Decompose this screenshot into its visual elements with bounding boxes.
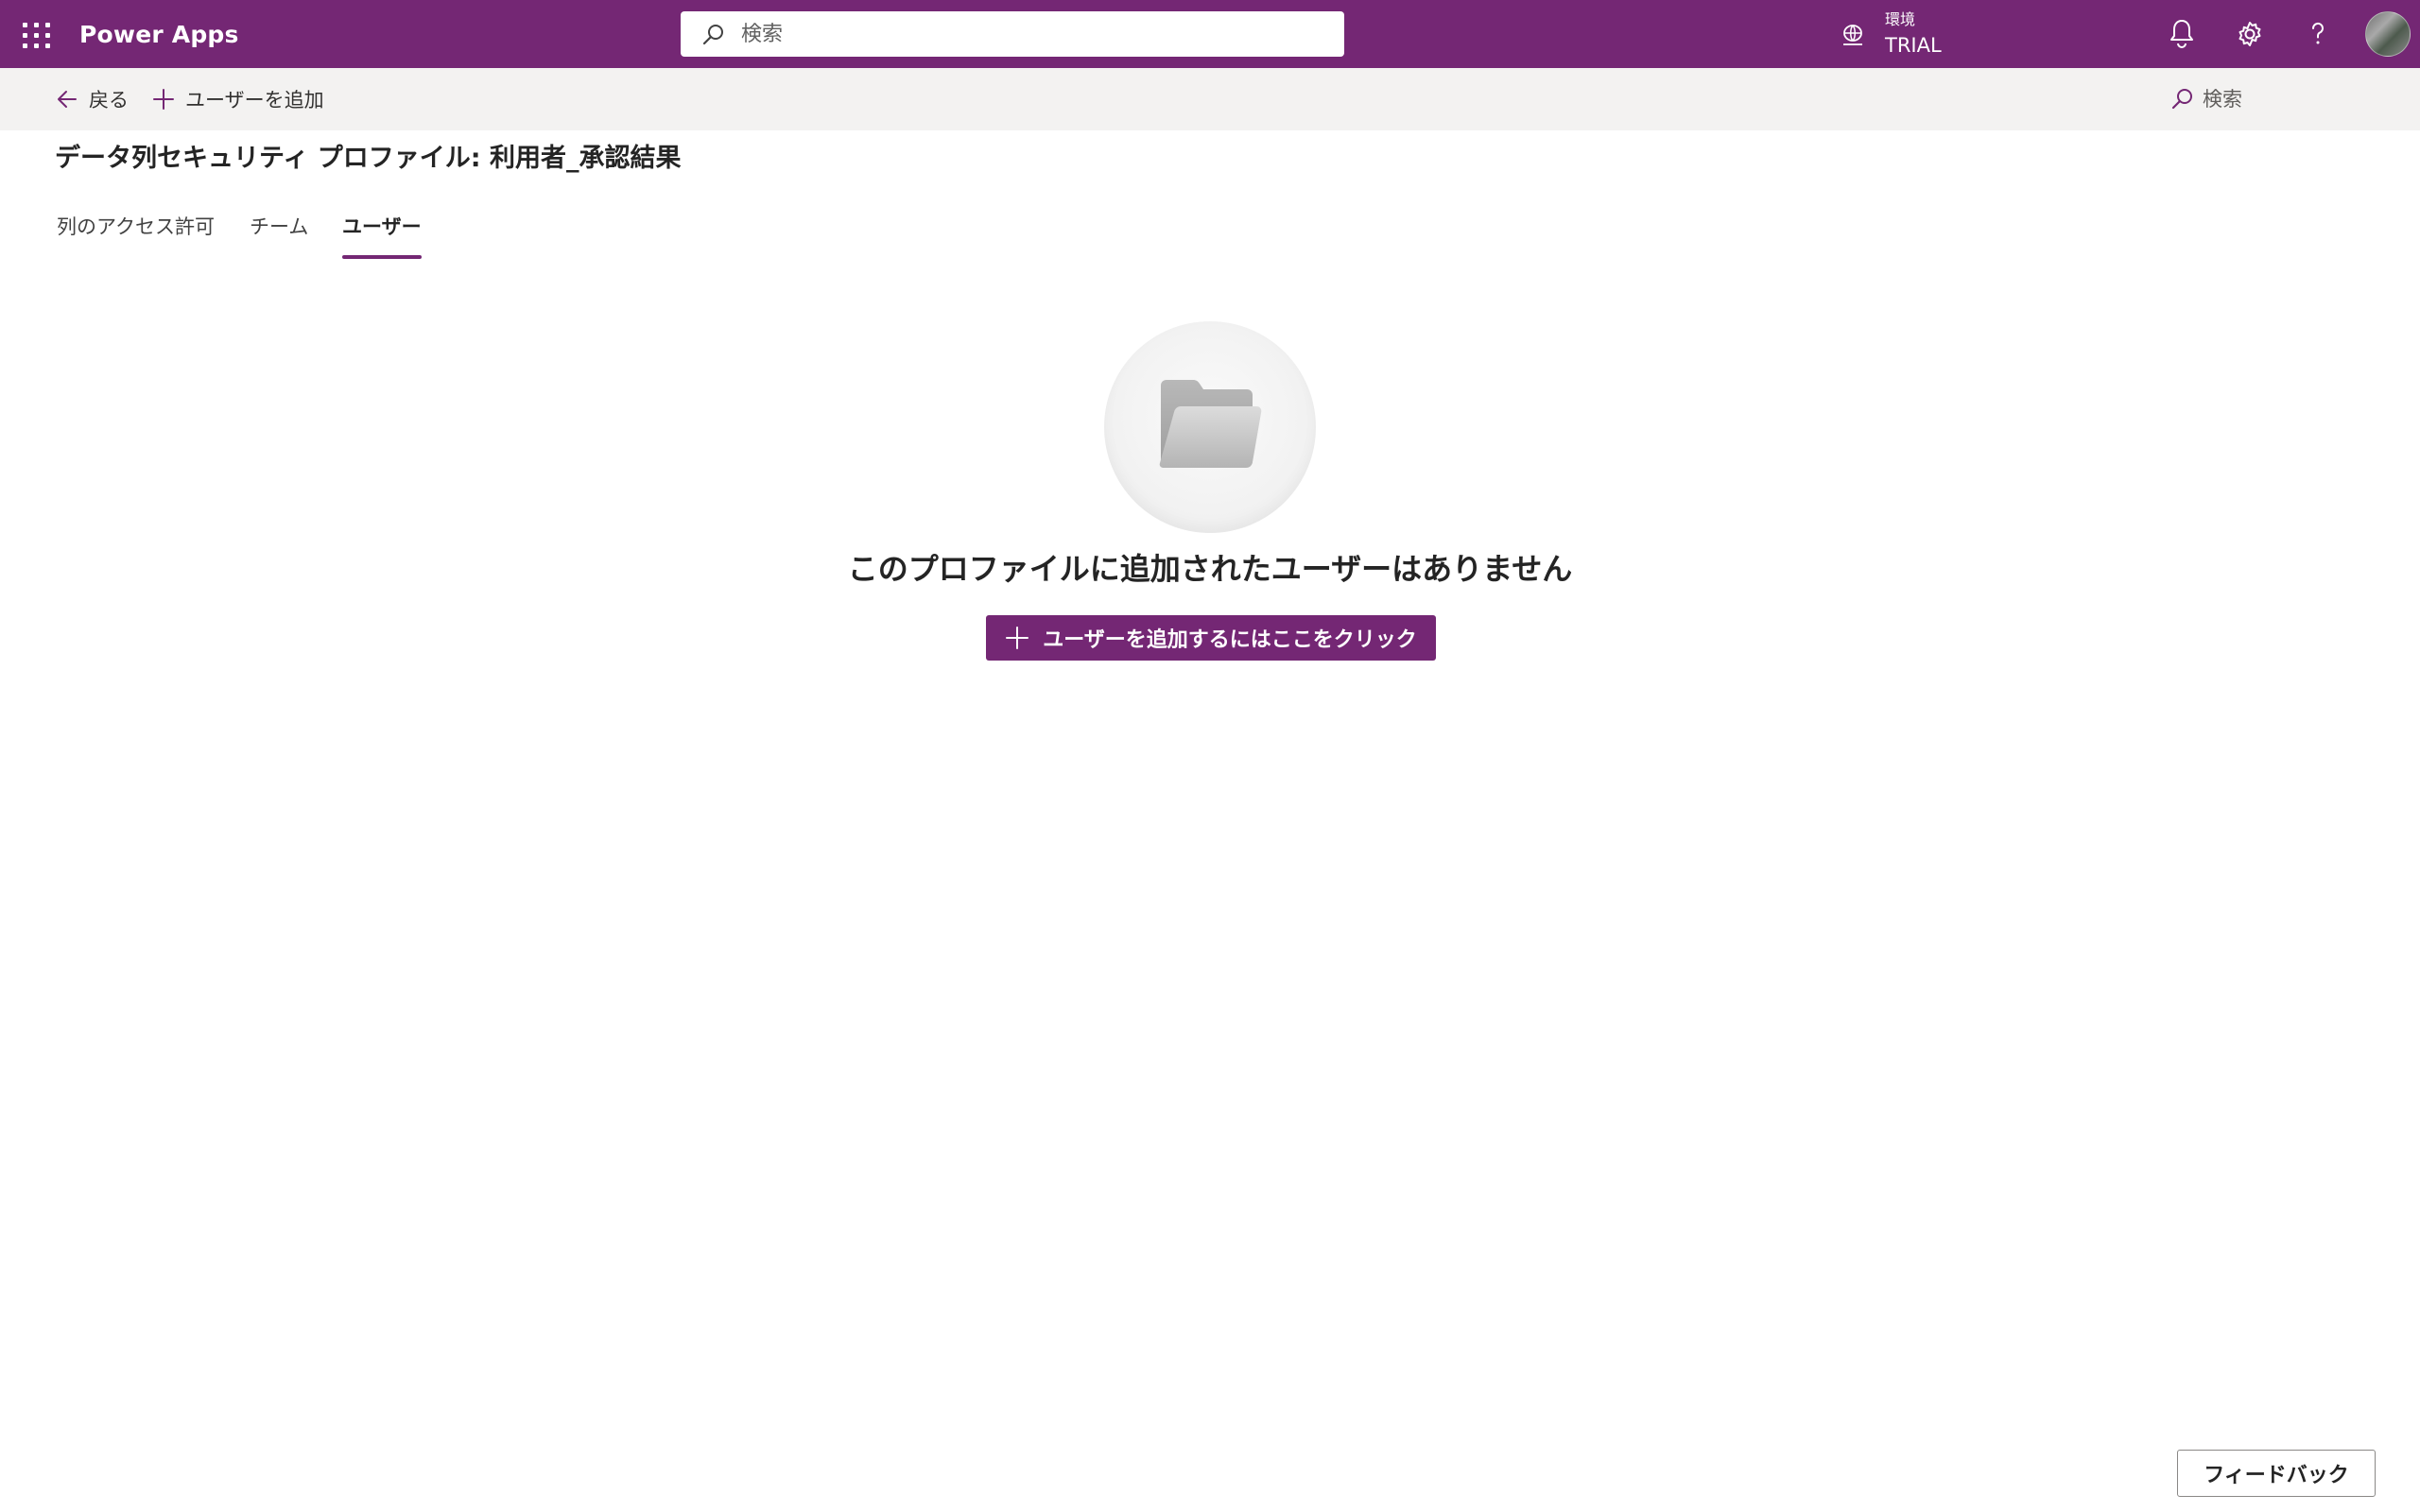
- page-title: データ列セキュリティ プロファイル: 利用者_承認結果: [55, 144, 682, 173]
- app-name[interactable]: Power Apps: [79, 19, 239, 51]
- plus-icon: [1006, 627, 1029, 649]
- tab-column-permissions[interactable]: 列のアクセス許可: [57, 210, 215, 259]
- add-user-button-label: ユーザーを追加: [185, 89, 324, 112]
- environment-selector[interactable]: 環境 TRIAL: [1836, 6, 1968, 62]
- gear-icon[interactable]: [2231, 15, 2269, 53]
- environment-label: 環境: [1885, 10, 1916, 28]
- avatar[interactable]: [2365, 11, 2411, 57]
- app-launcher-icon[interactable]: [19, 19, 50, 49]
- search-icon: [2171, 89, 2192, 110]
- environment-globe-icon: [1843, 25, 1862, 45]
- empty-state-illustration: [1104, 321, 1316, 533]
- command-bar: 戻る ユーザーを追加: [0, 68, 2420, 130]
- back-button[interactable]: 戻る: [55, 79, 129, 119]
- add-user-cta-label: ユーザーを追加するにはここをクリック: [1043, 628, 1417, 652]
- add-user-cta-button[interactable]: ユーザーを追加するにはここをクリック: [986, 615, 1436, 661]
- environment-name: TRIAL: [1885, 34, 1942, 57]
- back-button-label: 戻る: [89, 89, 129, 112]
- bell-icon[interactable]: [2163, 15, 2201, 53]
- grid-search-box[interactable]: [2170, 79, 2407, 119]
- global-search-box[interactable]: [681, 11, 1344, 57]
- arrow-left-icon: [58, 91, 77, 108]
- plus-icon: [153, 89, 174, 110]
- folder-icon: [1159, 380, 1262, 468]
- grid-search-input[interactable]: [2203, 80, 2392, 118]
- global-search-input[interactable]: [741, 11, 1327, 57]
- search-icon: [702, 25, 723, 45]
- tab-teams[interactable]: チーム: [250, 210, 308, 259]
- help-icon[interactable]: [2299, 15, 2337, 53]
- tab-users[interactable]: ユーザー: [342, 210, 422, 259]
- app-header: Power Apps 環境 TRIAL: [0, 0, 2420, 68]
- empty-state-message: このプロファイルに追加されたユーザーはありません: [847, 551, 1573, 587]
- add-user-button[interactable]: ユーザーを追加: [151, 79, 324, 119]
- feedback-button[interactable]: フィードバック: [2177, 1450, 2376, 1497]
